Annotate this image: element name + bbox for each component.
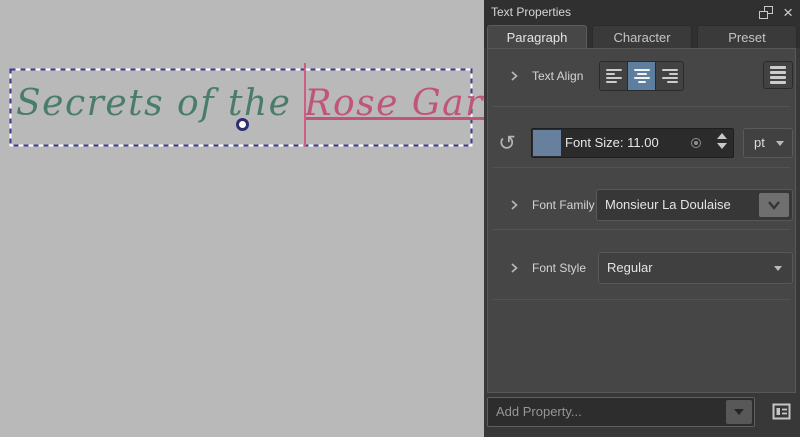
docker-titlebar[interactable]: Text Properties × (484, 0, 800, 24)
text-cursor-caret (304, 63, 306, 147)
chevron-down-icon (776, 141, 784, 146)
font-family-dropdown[interactable]: Monsieur La Doulaise (596, 189, 793, 221)
font-size-value: Font Size: 11.00 (565, 135, 659, 150)
font-size-row: ↺ Font Size: 11.00 pt (488, 128, 795, 158)
expander-chevron-icon[interactable] (509, 70, 519, 82)
align-left-icon[interactable] (600, 62, 628, 90)
tab-character[interactable]: Character (592, 25, 692, 48)
float-window-icon[interactable] (759, 5, 774, 19)
spin-up-icon[interactable] (717, 133, 727, 139)
add-property-dropdown[interactable]: Add Property... (487, 397, 755, 427)
tab-paragraph[interactable]: Paragraph (487, 25, 587, 48)
canvas-area[interactable]: Secrets of the Rose Garden (0, 0, 554, 437)
justify-icon[interactable] (763, 61, 793, 89)
expander-chevron-icon[interactable] (509, 199, 519, 211)
text-align-button-group (599, 61, 684, 91)
font-style-dropdown[interactable]: Regular (598, 252, 793, 284)
unit-value: pt (754, 135, 765, 150)
docker-tabs: Paragraph Character Preset (484, 24, 800, 48)
separator (493, 167, 790, 168)
align-center-icon[interactable] (628, 62, 656, 90)
spin-down-icon[interactable] (717, 143, 727, 149)
separator (493, 299, 790, 300)
selection-handle[interactable] (236, 118, 249, 131)
font-family-label: Font Family (532, 198, 595, 212)
paragraph-tab-content: Text Align ↺ Font Size: 11.00 pt Font Fa… (487, 48, 796, 393)
text-segment-green: Secrets of the (16, 83, 305, 124)
canvas-text-object[interactable]: Secrets of the Rose Garden (16, 83, 554, 124)
list-box-icon[interactable] (771, 402, 791, 421)
separator (493, 106, 790, 107)
text-align-label: Text Align (532, 69, 584, 83)
circle-dot-icon[interactable] (691, 138, 701, 148)
docker-title: Text Properties (491, 5, 572, 19)
chevron-down-icon[interactable] (759, 193, 789, 217)
chevron-down-icon (774, 266, 782, 271)
font-family-row: Font Family Monsieur La Doulaise (488, 189, 795, 221)
align-right-icon[interactable] (656, 62, 683, 90)
close-icon[interactable]: × (783, 4, 793, 21)
font-size-unit-dropdown[interactable]: pt (743, 128, 793, 158)
expander-chevron-icon[interactable] (509, 262, 519, 274)
chevron-down-icon[interactable] (726, 400, 752, 424)
font-size-spinbox[interactable]: Font Size: 11.00 (531, 128, 734, 158)
font-style-label: Font Style (532, 261, 587, 275)
undo-icon[interactable]: ↺ (494, 130, 520, 156)
separator (493, 229, 790, 230)
tab-preset[interactable]: Preset (697, 25, 797, 48)
text-properties-docker: Text Properties × Paragraph Character Pr… (484, 0, 800, 437)
text-align-row: Text Align (488, 61, 795, 91)
font-style-row: Font Style Regular (488, 252, 795, 284)
font-size-fill (533, 130, 561, 156)
font-family-value: Monsieur La Doulaise (605, 197, 731, 212)
font-style-value: Regular (607, 260, 653, 275)
add-property-placeholder: Add Property... (496, 404, 582, 419)
